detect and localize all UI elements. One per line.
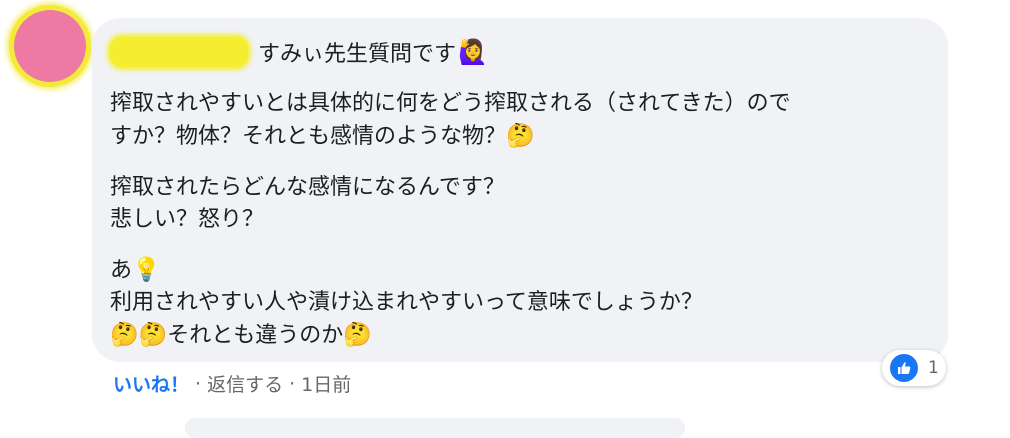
comment-line: 搾取されやすいとは具体的に何をどう搾取される（されてきた）ので [110, 91, 791, 116]
raising-hand-icon: 🙋‍♀️ [458, 38, 488, 66]
next-comment-bubble [185, 418, 685, 438]
comment-line: 悲しい？怒り？ [110, 207, 265, 232]
comment-actions: いいね！ · 返信する · 1日前 [113, 370, 351, 397]
light-bulb-icon: 💡 [132, 257, 161, 283]
comment-line-text: それとも違うのか [167, 323, 344, 348]
thinking-face-icon: 🤔 [138, 322, 168, 348]
author-name-redacted[interactable] [110, 37, 248, 67]
comment-bubble: すみぃ先生質問です 🙋‍♀️ 搾取されやすいとは具体的に何をどう搾取される（され… [92, 18, 948, 362]
comment-paragraph-2: 搾取されたらどんな感情になるんです？ 悲しい？怒り？ [110, 172, 505, 236]
comment-paragraph-1: 搾取されやすいとは具体的に何をどう搾取される（されてきた）ので すか？物体？それ… [110, 88, 791, 153]
comment-header: すみぃ先生質問です 🙋‍♀️ [110, 32, 488, 72]
reaction-count: 1 [928, 358, 939, 378]
timestamp-link[interactable]: 1日前 [301, 370, 351, 397]
avatar[interactable] [14, 10, 86, 82]
comment-paragraph-3: あ💡 利用されやすい人や漬け込まれやすいって意味でしょうか？ 🤔🤔それとも違うの… [110, 254, 703, 352]
comment-line: 🤔🤔それとも違うのか🤔 [110, 319, 703, 352]
comment-line: 利用されやすい人や漬け込まれやすいって意味でしょうか？ [110, 290, 703, 315]
thinking-face-icon: 🤔 [343, 322, 372, 348]
separator-dot: · [195, 372, 202, 395]
comment-line-text: あ [110, 258, 133, 283]
reply-button[interactable]: 返信する [207, 370, 283, 397]
like-button[interactable]: いいね！ [113, 370, 189, 397]
thinking-face-icon: 🤔 [506, 123, 535, 149]
separator-dot: · [289, 372, 296, 395]
thumbs-up-icon [888, 352, 920, 384]
comment-line: あ💡 [110, 254, 703, 287]
thinking-face-icon: 🤔 [110, 322, 139, 348]
author-suffix: すみぃ先生質問です [258, 42, 457, 67]
comment-line-text: すか？物体？それとも感情のような物？ [110, 124, 507, 149]
comment-line: 搾取されたらどんな感情になるんです？ [110, 175, 505, 200]
reaction-summary[interactable]: 1 [882, 350, 946, 386]
comment-line: すか？物体？それとも感情のような物？🤔 [110, 120, 791, 153]
